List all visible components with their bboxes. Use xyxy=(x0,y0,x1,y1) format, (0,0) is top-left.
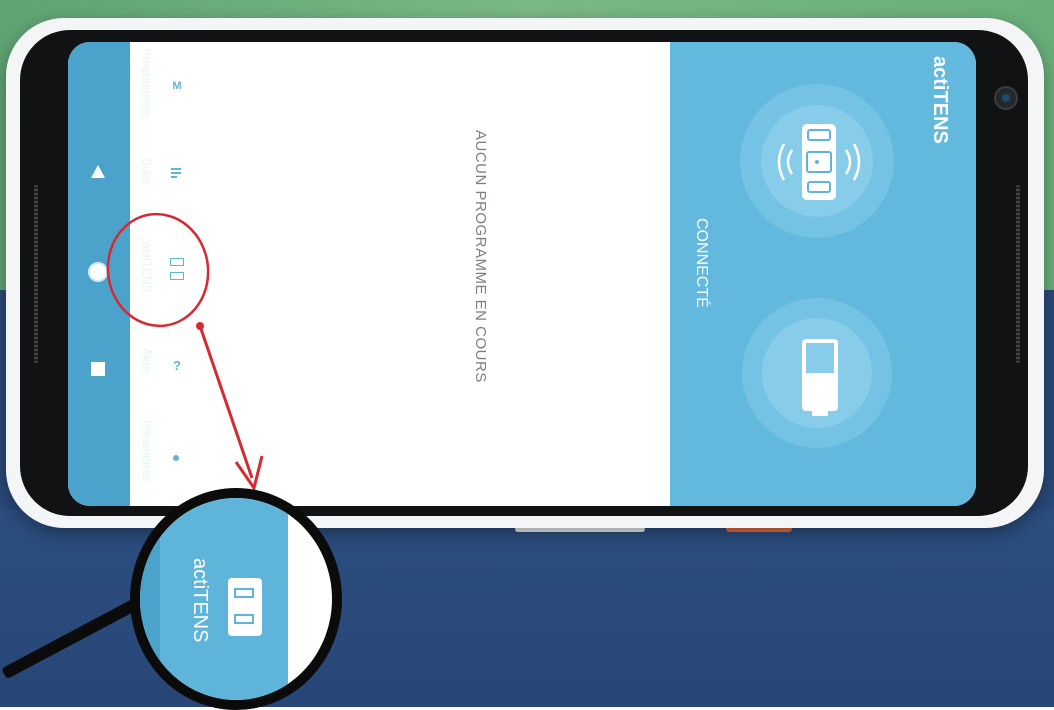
zoom-label: actiTENS xyxy=(189,558,211,643)
annotation-arrow xyxy=(198,325,254,479)
zoom-sidebar xyxy=(140,498,288,700)
zoom-device-icon xyxy=(228,578,262,636)
zoom-sysbar xyxy=(140,498,160,700)
magnifier-zoom: actiTENS xyxy=(130,488,342,710)
highlight-circle xyxy=(106,212,210,328)
